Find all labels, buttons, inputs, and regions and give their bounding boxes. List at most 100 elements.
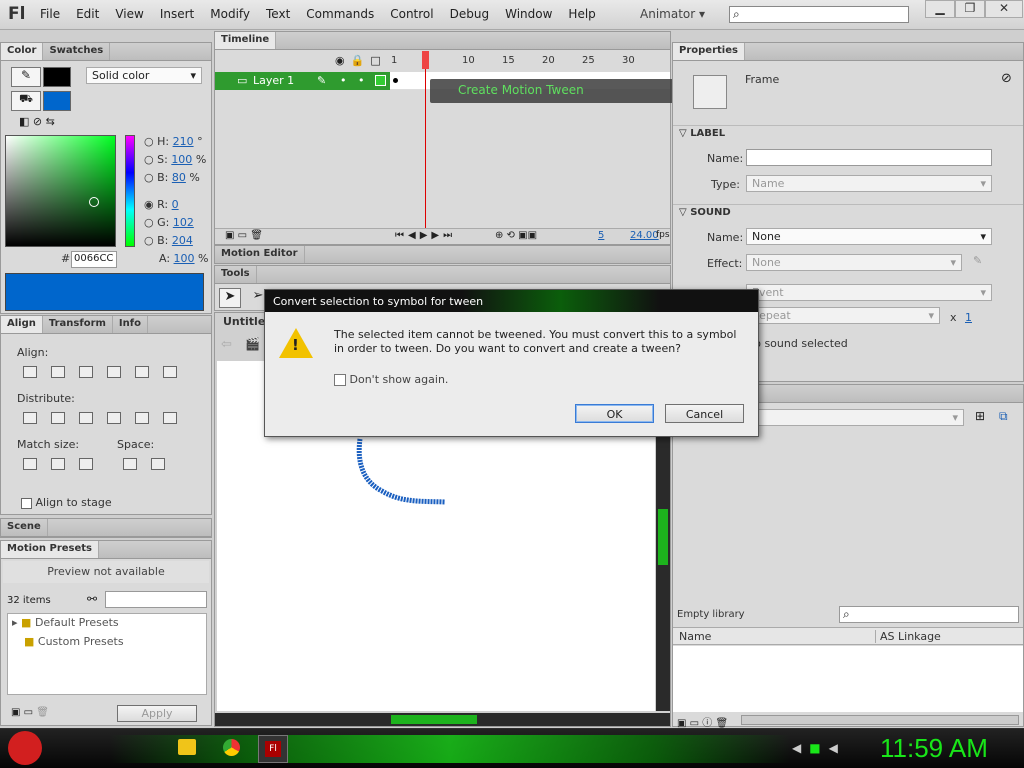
- align-vcenter-icon[interactable]: [135, 366, 149, 378]
- align-to-stage-checkbox[interactable]: [21, 497, 32, 509]
- clock[interactable]: 11:59 AM: [880, 733, 988, 764]
- distribute-top-icon[interactable]: [23, 412, 37, 424]
- sound-section[interactable]: ▽ SOUND: [673, 204, 1023, 220]
- flash-taskbar-button[interactable]: Fl: [258, 735, 288, 763]
- playback-controls[interactable]: ⏮◀▶▶⏭: [395, 230, 456, 241]
- brightness-value[interactable]: 80: [172, 171, 186, 184]
- frame-ruler[interactable]: 1 5 10 15 20 25 30: [390, 52, 670, 70]
- label-section[interactable]: ▽ LABEL: [673, 125, 1023, 141]
- repeat-count[interactable]: 1: [965, 311, 972, 324]
- system-tray-icons[interactable]: ◀■◀: [792, 741, 846, 755]
- tray-arrow-icon[interactable]: ◀: [792, 741, 809, 755]
- outline-color-box[interactable]: [375, 75, 386, 86]
- menu-edit[interactable]: Edit: [76, 7, 99, 21]
- space-vertical-icon[interactable]: [123, 458, 137, 470]
- tab-align[interactable]: Align: [1, 316, 43, 333]
- match-height-icon[interactable]: [51, 458, 65, 470]
- menu-text[interactable]: Text: [266, 7, 290, 21]
- ok-button[interactable]: OK: [575, 404, 654, 423]
- selection-tool-icon[interactable]: ➤: [219, 288, 241, 308]
- hue-value[interactable]: 210: [173, 135, 194, 148]
- align-bottom-icon[interactable]: [163, 366, 177, 378]
- hex-input[interactable]: 0066CC: [71, 251, 117, 268]
- horizontal-scrollbar[interactable]: [215, 713, 670, 726]
- network-icon[interactable]: ■: [809, 741, 828, 755]
- green-value[interactable]: 102: [173, 216, 194, 229]
- library-scrollbar[interactable]: [741, 715, 1019, 725]
- column-as-linkage[interactable]: AS Linkage: [875, 630, 941, 643]
- delete-preset-icon[interactable]: 🗑: [36, 707, 49, 718]
- menu-commands[interactable]: Commands: [306, 7, 374, 21]
- new-folder-icon[interactable]: ▭: [24, 707, 33, 718]
- align-to-stage-row[interactable]: Align to stage: [21, 496, 112, 509]
- sync-select[interactable]: Event ▾: [746, 284, 992, 301]
- presets-search-input[interactable]: [105, 591, 207, 608]
- tab-motion-presets[interactable]: Motion Presets: [1, 541, 100, 558]
- workspace-switcher[interactable]: Animator ▾: [640, 7, 705, 21]
- minimize-button[interactable]: ▁: [925, 0, 955, 18]
- frame-rate[interactable]: 24.00: [630, 230, 659, 241]
- outline-icon[interactable]: □: [370, 54, 386, 67]
- onion-skin-icons[interactable]: ⊕ ⟲ ▣▣: [495, 230, 537, 241]
- align-hcenter-icon[interactable]: [51, 366, 65, 378]
- fill-bucket-icon[interactable]: ⛟: [11, 91, 41, 111]
- menu-help[interactable]: Help: [568, 7, 595, 21]
- tab-transform[interactable]: Transform: [43, 316, 113, 333]
- swap-colors-icon[interactable]: ◧ ⊘ ⇆: [19, 115, 55, 128]
- label-type-select[interactable]: Name ▾: [746, 175, 992, 192]
- fill-type-select[interactable]: Solid color ▾: [86, 67, 202, 84]
- help-search-input[interactable]: ⌕: [729, 6, 909, 23]
- lock-icon[interactable]: 🔒: [351, 54, 371, 67]
- distribute-hcenter-icon[interactable]: [135, 412, 149, 424]
- tab-color[interactable]: Color: [1, 43, 44, 60]
- tab-swatches[interactable]: Swatches: [43, 43, 111, 60]
- library-search-input[interactable]: ⌕: [839, 606, 1019, 623]
- close-window-button[interactable]: ✕: [985, 0, 1023, 18]
- distribute-bottom-icon[interactable]: [79, 412, 93, 424]
- pin-library-icon[interactable]: ⊞: [975, 409, 985, 423]
- menu-modify[interactable]: Modify: [210, 7, 250, 21]
- menu-window[interactable]: Window: [505, 7, 552, 21]
- eye-icon[interactable]: ◉: [335, 54, 351, 67]
- tab-timeline[interactable]: Timeline: [215, 32, 277, 49]
- tab-properties[interactable]: Properties: [673, 43, 745, 60]
- distribute-vcenter-icon[interactable]: [51, 412, 65, 424]
- dialog-titlebar[interactable]: Convert selection to symbol for tween: [265, 290, 758, 312]
- volume-icon[interactable]: ◀: [829, 741, 846, 755]
- layer-row[interactable]: ▭ Layer 1 ✎ • •: [215, 72, 390, 90]
- lock-dot[interactable]: •: [358, 74, 365, 87]
- new-layer-icon[interactable]: ▣ ▭ 🗑: [225, 230, 263, 241]
- align-left-icon[interactable]: [23, 366, 37, 378]
- apply-button[interactable]: Apply: [117, 705, 197, 722]
- stroke-color-icon[interactable]: ✎: [11, 67, 41, 87]
- saturation-brightness-field[interactable]: [5, 135, 116, 247]
- tab-motion-editor[interactable]: Motion Editor: [215, 246, 305, 263]
- tree-row-custom[interactable]: ■ Custom Presets: [24, 635, 124, 648]
- dont-show-checkbox[interactable]: [334, 374, 346, 386]
- restore-button[interactable]: ❐: [955, 0, 985, 18]
- menu-file[interactable]: File: [40, 7, 60, 21]
- fill-color-swatch[interactable]: [43, 91, 71, 111]
- red-value[interactable]: 0: [172, 198, 179, 211]
- distribute-left-icon[interactable]: [107, 412, 121, 424]
- menu-view[interactable]: View: [115, 7, 143, 21]
- keyframe-marker[interactable]: [393, 78, 398, 83]
- repeat-select[interactable]: Repeat ▾: [746, 307, 940, 324]
- visibility-dot[interactable]: •: [340, 74, 347, 87]
- new-library-panel-icon[interactable]: ⧉: [999, 409, 1008, 424]
- space-horizontal-icon[interactable]: [151, 458, 165, 470]
- start-button[interactable]: [8, 731, 42, 765]
- hue-slider[interactable]: [125, 135, 135, 247]
- distribute-right-icon[interactable]: [163, 412, 177, 424]
- tab-scene[interactable]: Scene: [1, 519, 48, 536]
- column-name[interactable]: Name: [679, 630, 711, 643]
- align-right-icon[interactable]: [79, 366, 93, 378]
- current-frame[interactable]: 5: [598, 230, 604, 241]
- dont-show-row[interactable]: Don't show again.: [334, 373, 448, 386]
- alpha-value[interactable]: 100: [174, 252, 195, 265]
- label-name-input[interactable]: [746, 149, 992, 166]
- folder-icon[interactable]: [178, 739, 196, 755]
- tab-tools[interactable]: Tools: [215, 266, 257, 283]
- match-width-icon[interactable]: [23, 458, 37, 470]
- new-preset-icon[interactable]: ▣: [11, 707, 20, 718]
